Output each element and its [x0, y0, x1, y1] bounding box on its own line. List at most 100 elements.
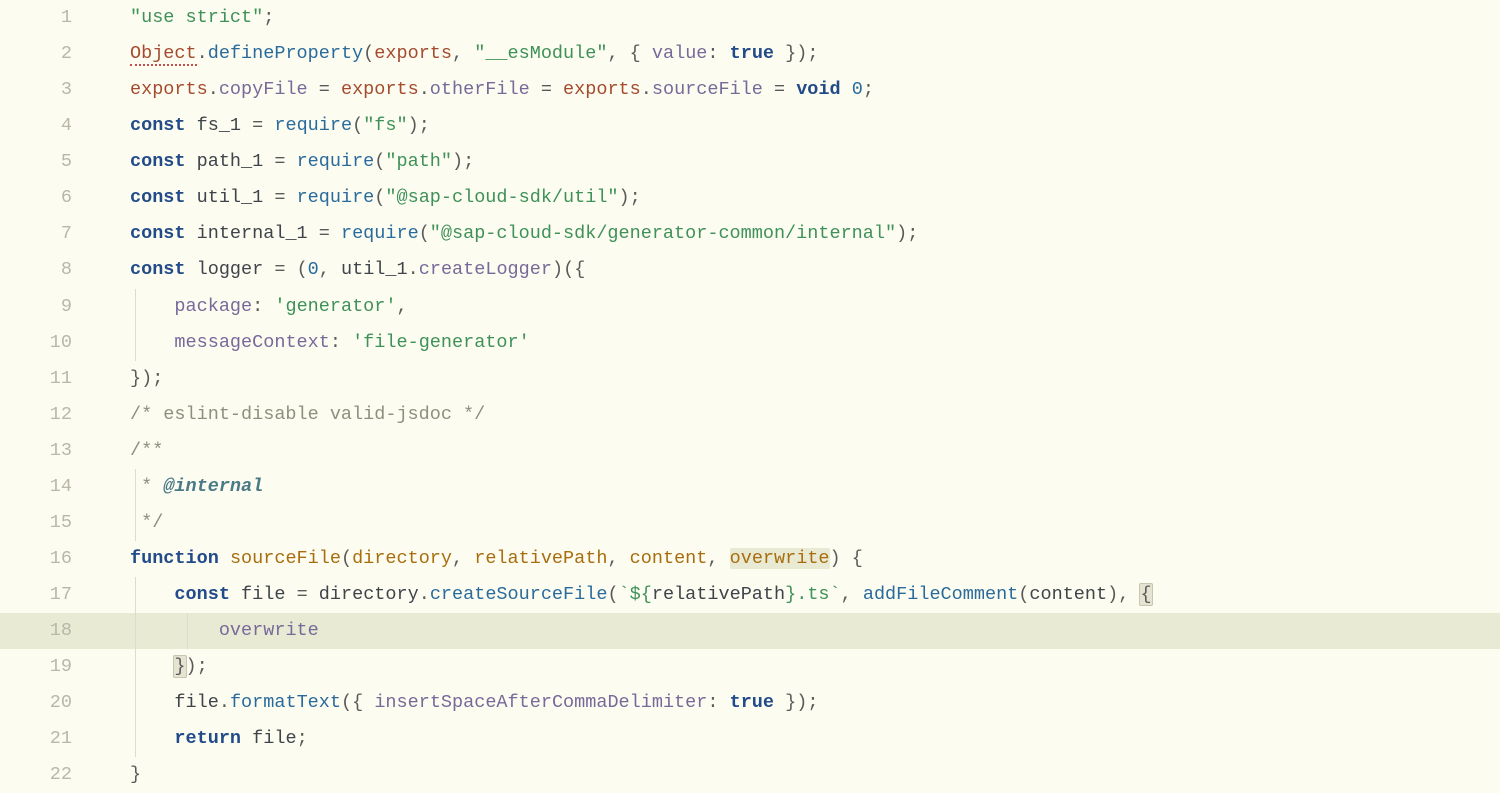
line-number: 17: [0, 577, 100, 613]
property-token: otherFile: [430, 79, 530, 100]
code-content[interactable]: package: 'generator',: [100, 289, 1500, 325]
call-token: require: [341, 223, 419, 244]
object-token: exports: [374, 43, 452, 64]
identifier-token: logger: [197, 259, 264, 280]
code-line[interactable]: 7 const internal_1 = require("@sap-cloud…: [0, 216, 1500, 252]
code-content[interactable]: const file = directory.createSourceFile(…: [100, 577, 1500, 613]
code-line[interactable]: 2 Object.defineProperty(exports, "__esMo…: [0, 36, 1500, 72]
code-content[interactable]: * @internal: [100, 469, 1500, 505]
punct-token: ,: [607, 43, 629, 64]
line-number: 14: [0, 469, 100, 505]
line-number: 12: [0, 397, 100, 433]
line-number: 8: [0, 252, 100, 288]
punct-token: =: [530, 79, 563, 100]
code-content[interactable]: const util_1 = require("@sap-cloud-sdk/u…: [100, 180, 1500, 216]
line-number: 20: [0, 685, 100, 721]
code-content[interactable]: }: [100, 757, 1500, 793]
code-content[interactable]: const logger = (0, util_1.createLogger)(…: [100, 252, 1500, 288]
code-line[interactable]: 5 const path_1 = require("path");: [0, 144, 1500, 180]
code-line[interactable]: 19 });: [0, 649, 1500, 685]
keyword-token: return: [174, 728, 241, 749]
keyword-token: const: [130, 151, 186, 172]
code-content[interactable]: "use strict";: [100, 0, 1500, 36]
punct-token: ;: [807, 43, 818, 64]
code-content[interactable]: function sourceFile(directory, relativeP…: [100, 541, 1500, 577]
code-line[interactable]: 16 function sourceFile(directory, relati…: [0, 541, 1500, 577]
comment-token: /* eslint-disable valid-jsdoc */: [130, 404, 485, 425]
code-line[interactable]: 17 const file = directory.createSourceFi…: [0, 577, 1500, 613]
property-token: sourceFile: [652, 79, 763, 100]
code-line[interactable]: 11 });: [0, 361, 1500, 397]
code-line[interactable]: 15 */: [0, 505, 1500, 541]
code-content[interactable]: */: [100, 505, 1500, 541]
param-token: content: [630, 548, 708, 569]
function-name-token: sourceFile: [230, 548, 341, 569]
punct-token: (: [563, 259, 574, 280]
punct-token: ): [619, 187, 630, 208]
code-line[interactable]: 21 return file;: [0, 721, 1500, 757]
code-content[interactable]: const path_1 = require("path");: [100, 144, 1500, 180]
code-line-current[interactable]: 18 overwrite: [0, 613, 1500, 649]
code-content[interactable]: /**: [100, 433, 1500, 469]
code-line[interactable]: 10 messageContext: 'file-generator': [0, 325, 1500, 361]
punct-token: ;: [197, 656, 208, 677]
punct-token: (: [297, 259, 308, 280]
code-line[interactable]: 9 package: 'generator',: [0, 289, 1500, 325]
code-line[interactable]: 4 const fs_1 = require("fs");: [0, 108, 1500, 144]
punct-token: .: [419, 584, 430, 605]
code-line[interactable]: 8 const logger = (0, util_1.createLogger…: [0, 252, 1500, 288]
punct-token: ;: [863, 79, 874, 100]
punct-token: =: [285, 584, 318, 605]
punct-token: =: [263, 151, 296, 172]
code-content[interactable]: });: [100, 649, 1500, 685]
punct-token: :: [252, 296, 274, 317]
code-line[interactable]: 14 * @internal: [0, 469, 1500, 505]
method-token: defineProperty: [208, 43, 363, 64]
punct-token: .: [408, 259, 419, 280]
code-content[interactable]: overwrite: [100, 613, 1500, 649]
code-line[interactable]: 6 const util_1 = require("@sap-cloud-sdk…: [0, 180, 1500, 216]
punct-token: {: [630, 43, 652, 64]
indent-guide: [135, 505, 136, 541]
identifier-token: content: [1029, 584, 1107, 605]
punct-token: ): [1107, 584, 1118, 605]
punct-token: :: [707, 692, 729, 713]
code-content[interactable]: Object.defineProperty(exports, "__esModu…: [100, 36, 1500, 72]
punct-token: }: [130, 764, 141, 785]
code-content[interactable]: const internal_1 = require("@sap-cloud-s…: [100, 216, 1500, 252]
punct-token: (: [1018, 584, 1029, 605]
keyword-token: function: [130, 548, 219, 569]
line-number: 21: [0, 721, 100, 757]
code-line[interactable]: 22 }: [0, 757, 1500, 793]
code-content[interactable]: const fs_1 = require("fs");: [100, 108, 1500, 144]
identifier-token: util_1: [197, 187, 264, 208]
code-content[interactable]: });: [100, 361, 1500, 397]
code-line[interactable]: 1 "use strict";: [0, 0, 1500, 36]
code-content[interactable]: file.formatText({ insertSpaceAfterCommaD…: [100, 685, 1500, 721]
code-line[interactable]: 20 file.formatText({ insertSpaceAfterCom…: [0, 685, 1500, 721]
code-content[interactable]: /* eslint-disable valid-jsdoc */: [100, 397, 1500, 433]
keyword-token: const: [130, 223, 186, 244]
indent-guide: [187, 613, 188, 649]
line-number: 13: [0, 433, 100, 469]
punct-token: (: [341, 548, 352, 569]
punct-token: }: [774, 43, 796, 64]
identifier-token: util_1: [341, 259, 408, 280]
punct-token: =: [308, 79, 341, 100]
identifier-token: file: [174, 692, 218, 713]
method-token: createSourceFile: [430, 584, 608, 605]
code-editor[interactable]: 1 "use strict"; 2 Object.defineProperty(…: [0, 0, 1500, 793]
code-line[interactable]: 3 exports.copyFile = exports.otherFile =…: [0, 72, 1500, 108]
code-content[interactable]: exports.copyFile = exports.otherFile = e…: [100, 72, 1500, 108]
code-content[interactable]: return file;: [100, 721, 1500, 757]
string-token: 'generator': [274, 296, 396, 317]
indent-guide: [135, 289, 136, 325]
template-string-token: `${: [619, 584, 652, 605]
punct-token: }: [774, 692, 796, 713]
code-content[interactable]: messageContext: 'file-generator': [100, 325, 1500, 361]
code-line[interactable]: 12 /* eslint-disable valid-jsdoc */: [0, 397, 1500, 433]
line-number: 1: [0, 0, 100, 36]
punct-token: ): [186, 656, 197, 677]
keyword-token: void: [796, 79, 840, 100]
code-line[interactable]: 13 /**: [0, 433, 1500, 469]
